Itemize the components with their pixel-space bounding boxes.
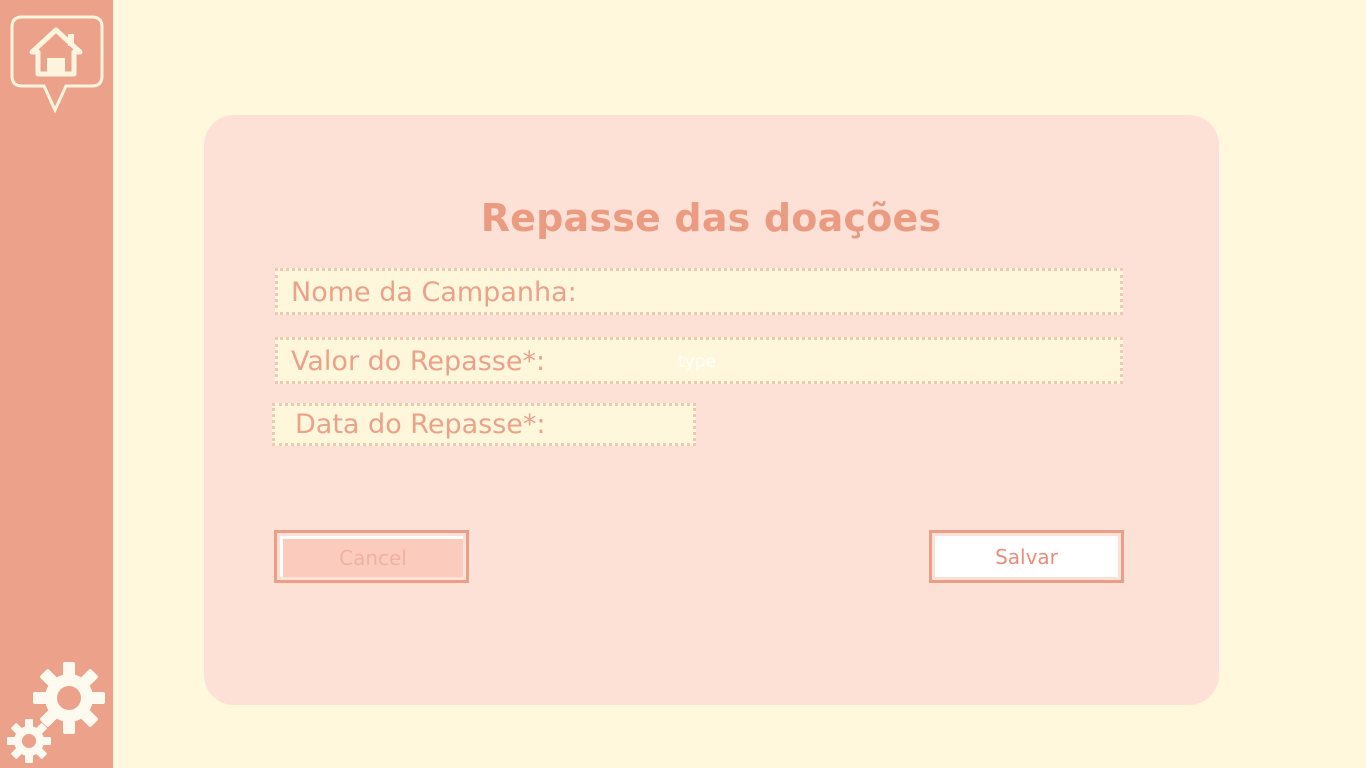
transfer-date-input[interactable]	[575, 414, 685, 438]
save-button-face: Salvar	[935, 536, 1118, 577]
campaign-name-input[interactable]	[608, 281, 1108, 305]
cancel-button-label: Cancel	[339, 546, 407, 570]
cancel-button-face: Cancel	[280, 536, 463, 577]
settings-button[interactable]	[4, 662, 108, 766]
sidebar	[0, 0, 113, 768]
save-button[interactable]: Salvar	[929, 530, 1124, 583]
home-button[interactable]	[8, 14, 106, 114]
transfer-date-label: Data do Repasse*:	[295, 409, 546, 440]
page-title: Repasse das doações	[480, 196, 942, 240]
campaign-name-label: Nome da Campanha:	[291, 277, 577, 308]
transfer-value-field[interactable]: Valor do Repasse*:	[275, 337, 1123, 384]
page: Repasse das doações Nome da Campanha: Va…	[0, 0, 1366, 768]
gears-icon	[7, 662, 105, 763]
home-icon	[10, 15, 104, 114]
transfer-value-label: Valor do Repasse*:	[291, 346, 546, 377]
transfer-date-field[interactable]: Data do Repasse*:	[272, 403, 696, 446]
transfer-value-input[interactable]	[678, 350, 1108, 374]
cancel-button[interactable]: Cancel	[274, 530, 469, 583]
save-button-label: Salvar	[995, 544, 1058, 569]
campaign-name-field[interactable]: Nome da Campanha:	[275, 268, 1123, 315]
